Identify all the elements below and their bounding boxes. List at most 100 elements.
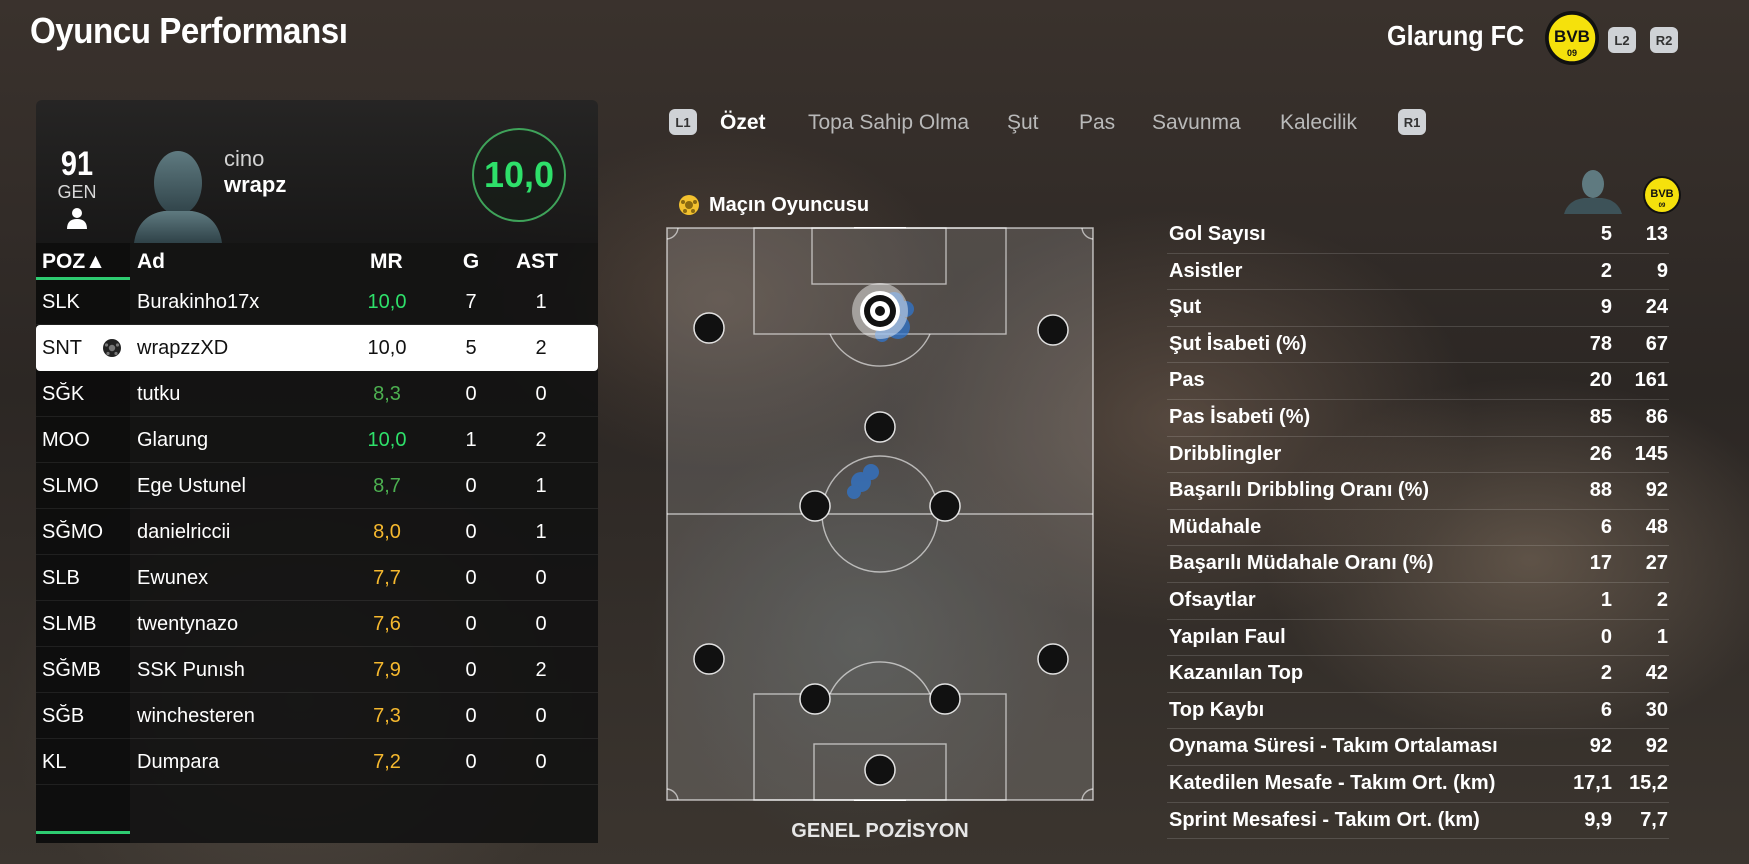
stat-club-value: 9: [1656, 259, 1668, 282]
row-rating: 10,0: [367, 291, 407, 313]
stat-player-value: 17,1: [1573, 772, 1612, 794]
table-row[interactable]: MOO Glarung 10,0 1 2: [36, 417, 598, 463]
table-row[interactable]: SLK Burakinho17x 10,0 7 1: [36, 279, 598, 325]
stat-club-value: 92: [1645, 735, 1668, 758]
man-of-the-match-icon: [679, 195, 699, 215]
row-assists: 2: [535, 429, 547, 451]
stat-club-value: 27: [1645, 552, 1668, 575]
match-rating: 10,0: [472, 128, 566, 222]
table-row[interactable]: SLB Ewunex 7,7 0 0: [36, 555, 598, 601]
tab-ozet[interactable]: Özet: [720, 111, 766, 135]
row-name: twentynazo: [137, 613, 239, 635]
stat-row: Pas İsabeti (%) 85 86: [1167, 400, 1669, 437]
page-title: Oyuncu Performansı: [30, 10, 348, 51]
r1-button[interactable]: R1: [1398, 109, 1426, 135]
stat-player-value: 26: [1589, 442, 1612, 465]
row-assists: 1: [535, 291, 547, 313]
stat-club-value: 2: [1656, 589, 1668, 611]
row-rating: 7,3: [373, 705, 401, 727]
row-rating: 8,0: [373, 521, 401, 543]
stat-player-value: 17: [1589, 552, 1612, 575]
row-name: danielriccii: [137, 521, 231, 543]
tab-savunma[interactable]: Savunma: [1152, 111, 1241, 135]
row-rating: 8,3: [373, 383, 401, 405]
stat-label: Şut: [1169, 296, 1202, 319]
table-row[interactable]: SLMO Ege Ustunel 8,7 0 1: [36, 463, 598, 509]
stat-club-value: 92: [1645, 479, 1668, 502]
table-row[interactable]: SNT wrapzzXD 10,0 5 2: [36, 325, 598, 371]
row-rating: 7,7: [373, 567, 401, 589]
stat-player-value: 2: [1600, 259, 1612, 282]
row-goals: 0: [465, 383, 477, 405]
stat-row: Kazanılan Top 2 42: [1167, 656, 1669, 693]
stat-row: Top Kaybı 6 30: [1167, 693, 1669, 730]
header-ast[interactable]: AST: [516, 250, 558, 274]
table-row[interactable]: SĞB winchesteren 7,3 0 0: [36, 693, 598, 739]
l2-button[interactable]: L2: [1608, 27, 1636, 53]
header-name[interactable]: Ad: [137, 250, 165, 274]
badge-text: BVB: [1554, 27, 1590, 46]
row-assists: 0: [535, 751, 547, 773]
row-rating: 7,9: [373, 659, 401, 681]
player-column-icon: [1564, 170, 1622, 214]
l1-button[interactable]: L1: [669, 109, 697, 135]
stat-row: Başarılı Dribbling Oranı (%) 88 92: [1167, 473, 1669, 510]
row-goals: 5: [465, 337, 477, 359]
row-goals: 0: [465, 659, 477, 681]
row-position: SĞB: [42, 705, 85, 727]
row-position: KL: [42, 751, 67, 773]
header-g[interactable]: G: [456, 250, 486, 274]
stat-club-value: 30: [1645, 698, 1668, 721]
overall-value: 91: [60, 145, 94, 183]
header-mr[interactable]: MR: [370, 250, 403, 274]
stat-label: Pas İsabeti (%): [1169, 406, 1311, 428]
table-row[interactable]: SLMB twentynazo 7,6 0 0: [36, 601, 598, 647]
row-position: SLK: [42, 291, 80, 313]
tab-kalecilik[interactable]: Kalecilik: [1280, 111, 1357, 135]
row-goals: 0: [465, 567, 477, 589]
header-pos[interactable]: POZ▲: [42, 250, 106, 274]
player-last-name: wrapz: [224, 172, 287, 197]
stat-row: Yapılan Faul 0 1: [1167, 620, 1669, 657]
stat-label: Pas: [1169, 369, 1205, 392]
table-row[interactable]: SĞK tutku 8,3 0 0: [36, 371, 598, 417]
stat-club-value: 86: [1645, 406, 1668, 428]
row-rating: 7,6: [373, 613, 401, 635]
row-rating: 10,0: [367, 337, 407, 359]
table-row[interactable]: KL Dumpara 7,2 0 0: [36, 739, 598, 785]
row-position: SĞMB: [42, 659, 101, 681]
row-assists: 1: [535, 521, 547, 543]
stat-row: Oynama Süresi - Takım Ortalaması 92 92: [1167, 729, 1669, 766]
stat-label: Oynama Süresi - Takım Ortalaması: [1169, 735, 1498, 758]
club-column-badge-text: BVB: [1650, 188, 1673, 200]
stat-label: Katedilen Mesafe - Takım Ort. (km): [1169, 772, 1496, 794]
tab-topa-sahip-olma[interactable]: Topa Sahip Olma: [808, 111, 969, 135]
stat-club-value: 161: [1634, 369, 1668, 392]
tab-pas[interactable]: Pas: [1079, 111, 1115, 135]
stat-player-value: 0: [1600, 625, 1612, 648]
row-name: tutku: [137, 383, 181, 405]
stat-club-value: 42: [1645, 662, 1668, 685]
row-assists: 2: [535, 337, 547, 359]
row-name: Burakinho17x: [137, 291, 260, 313]
roster-table: POZ▲ Ad MR G AST SLK Burakinho17x 10,0 7 1 SN…: [36, 243, 598, 843]
table-row[interactable]: SĞMB SSK Punısh 7,9 0 2: [36, 647, 598, 693]
stat-player-value: 5: [1600, 223, 1612, 245]
stat-label: Şut İsabeti (%): [1169, 332, 1307, 355]
man-of-the-match-label: Maçın Oyuncusu: [709, 194, 870, 216]
row-name: Glarung: [137, 429, 209, 451]
row-name: Ege Ustunel: [137, 475, 246, 497]
table-row[interactable]: SĞMO danielriccii 8,0 0 1: [36, 509, 598, 555]
row-goals: 0: [465, 521, 477, 543]
row-name: winchesteren: [137, 705, 255, 727]
club-column-icon: BVB 09: [1643, 176, 1681, 214]
stat-club-value: 13: [1645, 223, 1668, 245]
tab-sut[interactable]: Şut: [1007, 111, 1039, 135]
r2-button[interactable]: R2: [1650, 27, 1678, 53]
stat-row: Müdahale 6 48: [1167, 510, 1669, 547]
row-assists: 0: [535, 383, 547, 405]
row-goals: 0: [465, 751, 477, 773]
stat-row: Şut İsabeti (%) 78 67: [1167, 327, 1669, 364]
stat-player-value: 6: [1600, 515, 1612, 538]
club-badge-icon: BVB 09: [1545, 11, 1599, 65]
